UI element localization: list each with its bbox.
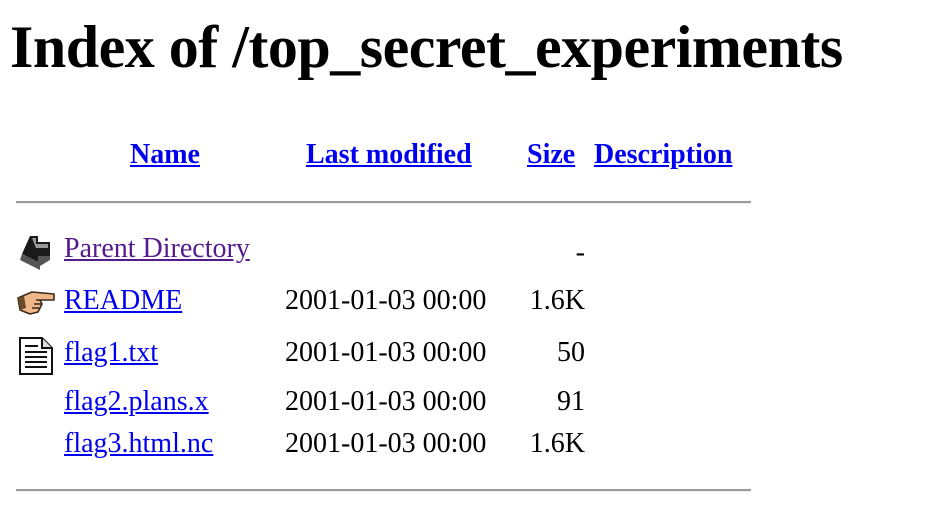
row-size: 1.6K <box>529 285 585 316</box>
row-date: 2001-01-03 00:00 <box>285 285 487 316</box>
list-item: README 2001-01-03 00:00 1.6K <box>0 284 950 328</box>
file-link-flag3-html-nc[interactable]: flag3.html.nc <box>64 427 213 461</box>
back-arrow-icon <box>16 232 56 272</box>
column-header-name[interactable]: Name <box>130 138 200 172</box>
column-header-size[interactable]: Size <box>527 138 575 172</box>
list-item: Parent Directory - <box>0 232 950 276</box>
pointing-hand-icon <box>16 286 56 326</box>
file-link-flag1-txt[interactable]: flag1.txt <box>64 336 158 370</box>
file-link-flag2-plans-x[interactable]: flag2.plans.x <box>64 385 209 419</box>
row-size: 91 <box>557 386 585 417</box>
row-date: 2001-01-03 00:00 <box>285 428 487 459</box>
text-file-icon <box>16 336 56 376</box>
file-link-readme[interactable]: README <box>64 284 182 318</box>
column-header-last-modified[interactable]: Last modified <box>306 138 472 172</box>
row-size: - <box>575 237 585 268</box>
row-size: 50 <box>557 337 585 368</box>
footer-divider <box>16 489 751 492</box>
row-date: 2001-01-03 00:00 <box>285 386 487 417</box>
page-title: Index of /top_secret_experiments <box>10 14 843 80</box>
list-item: flag1.txt 2001-01-03 00:00 50 <box>0 336 950 380</box>
header-divider <box>16 201 751 204</box>
list-item: flag3.html.nc 2001-01-03 00:00 1.6K <box>0 427 950 471</box>
list-item: flag2.plans.x 2001-01-03 00:00 91 <box>0 385 950 429</box>
file-link-parent-directory[interactable]: Parent Directory <box>64 232 250 266</box>
row-size: 1.6K <box>529 428 585 459</box>
row-date: 2001-01-03 00:00 <box>285 337 487 368</box>
column-header-description[interactable]: Description <box>594 138 732 172</box>
